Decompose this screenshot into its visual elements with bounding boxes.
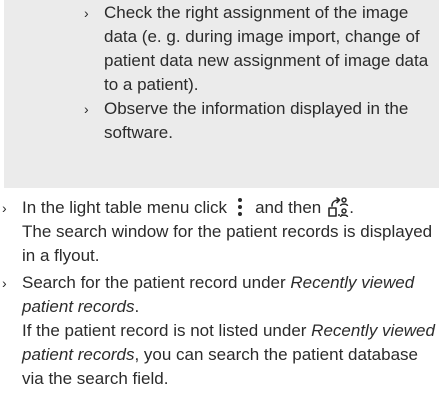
bullet-marker: › (2, 275, 7, 291)
step-item: › Search for the patient record under Re… (0, 271, 439, 391)
step-item: › In the light table menu click and then.… (0, 196, 439, 268)
step-result-text: If the patient record is not listed unde… (22, 319, 439, 391)
bullet-marker: › (2, 200, 7, 216)
step-text: . (134, 297, 140, 316)
step-list: › In the light table menu click and then.… (0, 196, 439, 391)
step-result-text: The search window for the patient record… (22, 222, 433, 265)
step-text: Search for the patient record under (22, 273, 291, 292)
step-text: and then (255, 198, 322, 217)
note-item-text: Observe the information displayed in the… (104, 99, 409, 142)
note-item-text: Check the right assignment of the image … (104, 3, 429, 94)
note-item: › Observe the information displayed in t… (82, 97, 438, 145)
vertical-ellipsis-icon[interactable] (233, 197, 247, 217)
step-text: In the light table menu click (22, 198, 228, 217)
note-list: › Check the right assignment of the imag… (82, 1, 438, 145)
step-text: . (349, 198, 354, 217)
patient-record-search-icon[interactable] (327, 196, 349, 218)
bullet-marker: › (84, 5, 89, 21)
step-text: If the patient record is not listed unde… (22, 321, 312, 340)
note-item: › Check the right assignment of the imag… (82, 1, 438, 97)
bullet-marker: › (84, 101, 89, 117)
note-box: › Check the right assignment of the imag… (4, 0, 439, 188)
